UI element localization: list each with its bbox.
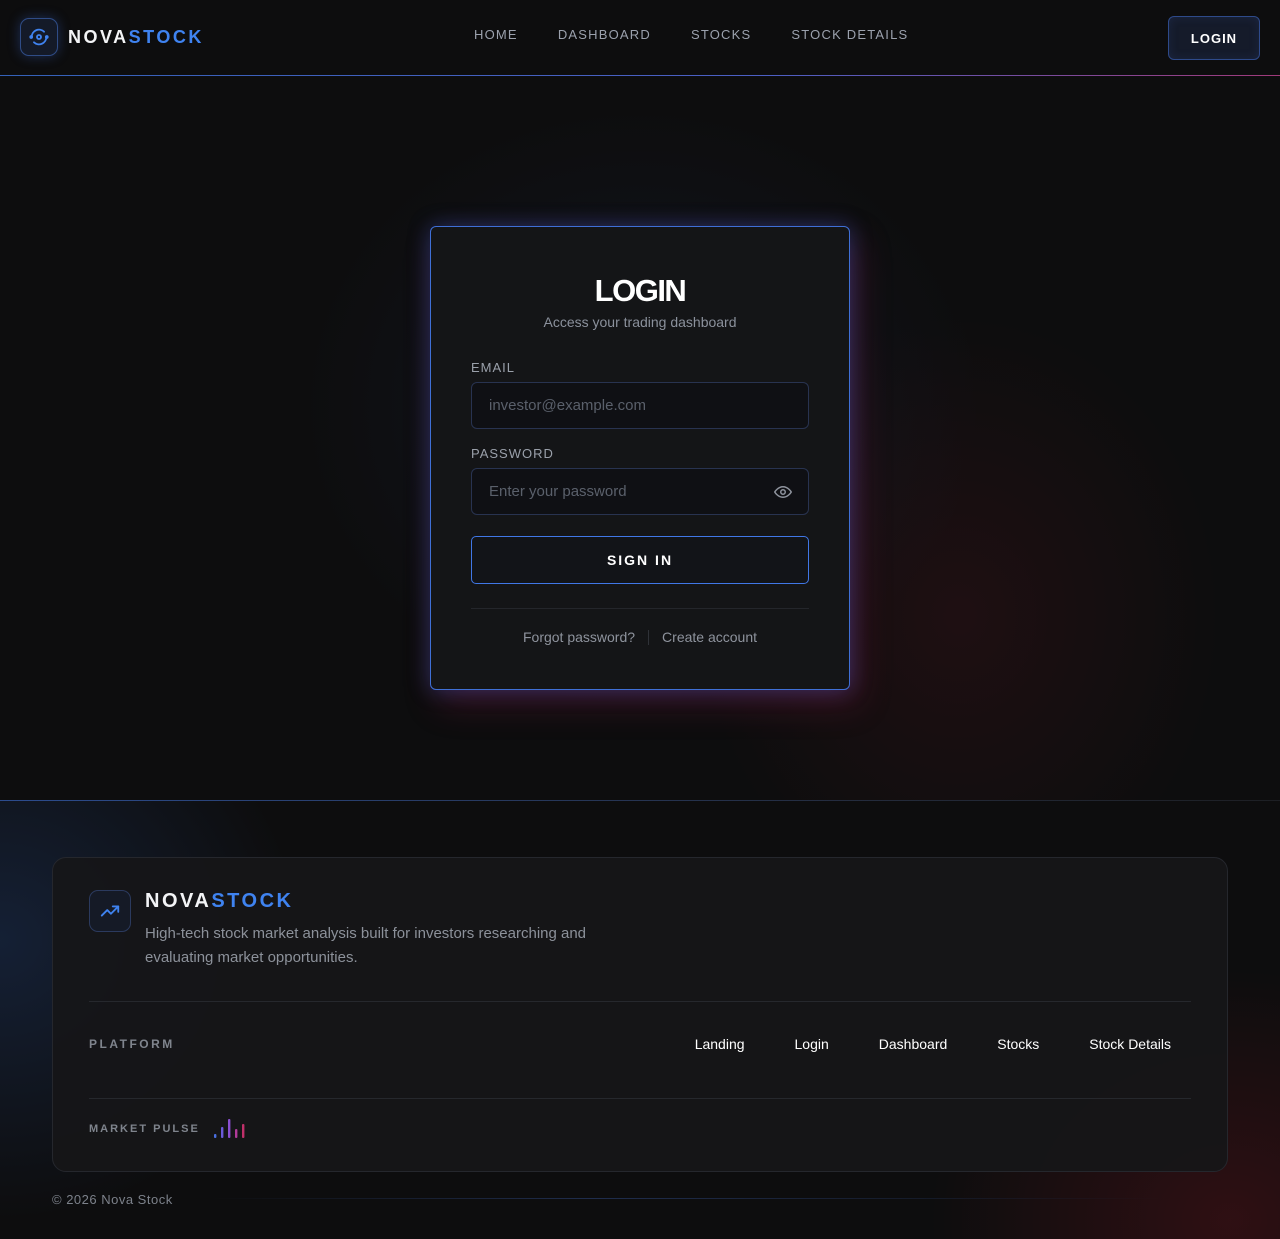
footer-brand-part1: NOVA	[145, 890, 212, 912]
login-subtitle: Access your trading dashboard	[543, 314, 737, 330]
footer-link-stocks[interactable]: Stocks	[997, 1036, 1039, 1052]
top-navbar: NOVASTOCK HOME DASHBOARD STOCKS STOCK DE…	[0, 0, 1280, 76]
bar-chart-icon	[214, 1119, 245, 1138]
platform-links: Landing Login Dashboard Stocks Stock Det…	[645, 1036, 1171, 1052]
forgot-password-link[interactable]: Forgot password?	[523, 629, 635, 645]
password-placeholder: Enter your password	[489, 483, 627, 500]
footer-brand-part2: STOCK	[211, 890, 294, 912]
card-divider	[471, 608, 809, 609]
email-label: EMAIL	[471, 360, 516, 375]
footer-link-landing[interactable]: Landing	[695, 1036, 745, 1052]
eye-icon[interactable]	[774, 484, 792, 500]
footer-card: NOVASTOCK High-tech stock market analysi…	[52, 857, 1228, 1172]
site-footer: NOVASTOCK High-tech stock market analysi…	[0, 800, 1280, 1239]
brand-name: NOVASTOCK	[68, 27, 204, 48]
email-field[interactable]: investor@example.com	[471, 382, 809, 429]
main-nav: HOME DASHBOARD STOCKS STOCK DETAILS	[474, 27, 948, 42]
platform-heading: PLATFORM	[89, 1037, 175, 1051]
header-login-button[interactable]: LOGIN	[1168, 16, 1260, 60]
footer-link-stock-details[interactable]: Stock Details	[1089, 1036, 1171, 1052]
brand-logo[interactable]: NOVASTOCK	[20, 18, 204, 56]
nav-home[interactable]: HOME	[474, 27, 518, 42]
copyright-text: © 2026 Nova Stock	[52, 1192, 173, 1207]
auth-links: Forgot password? Create account	[431, 629, 849, 645]
footer-top-divider	[0, 800, 1280, 801]
trending-up-icon	[89, 890, 131, 932]
copyright-divider	[210, 1198, 1170, 1199]
nav-stock-details[interactable]: STOCK DETAILS	[791, 27, 908, 42]
create-account-link[interactable]: Create account	[662, 629, 757, 645]
refresh-eye-icon	[20, 18, 58, 56]
nav-dashboard[interactable]: DASHBOARD	[558, 27, 651, 42]
link-separator	[648, 629, 650, 645]
password-label: PASSWORD	[471, 446, 554, 461]
nav-stocks[interactable]: STOCKS	[691, 27, 751, 42]
market-pulse-label: MARKET PULSE	[89, 1123, 200, 1135]
email-placeholder: investor@example.com	[489, 397, 646, 414]
footer-divider	[89, 1001, 1191, 1002]
footer-link-login[interactable]: Login	[795, 1036, 829, 1052]
footer-description: High-tech stock market analysis built fo…	[145, 925, 587, 966]
password-field[interactable]: Enter your password	[471, 468, 809, 515]
brand-name-part2: STOCK	[128, 26, 204, 47]
footer-brand-name: NOVASTOCK	[145, 890, 293, 913]
sign-in-button[interactable]: SIGN IN	[471, 536, 809, 584]
footer-divider-2	[89, 1098, 1191, 1099]
brand-name-part1: NOVA	[68, 26, 129, 47]
login-title: LOGIN	[594, 273, 687, 308]
header-divider	[0, 75, 1280, 76]
login-card: LOGIN Access your trading dashboard EMAI…	[430, 226, 850, 690]
footer-link-dashboard[interactable]: Dashboard	[879, 1036, 948, 1052]
